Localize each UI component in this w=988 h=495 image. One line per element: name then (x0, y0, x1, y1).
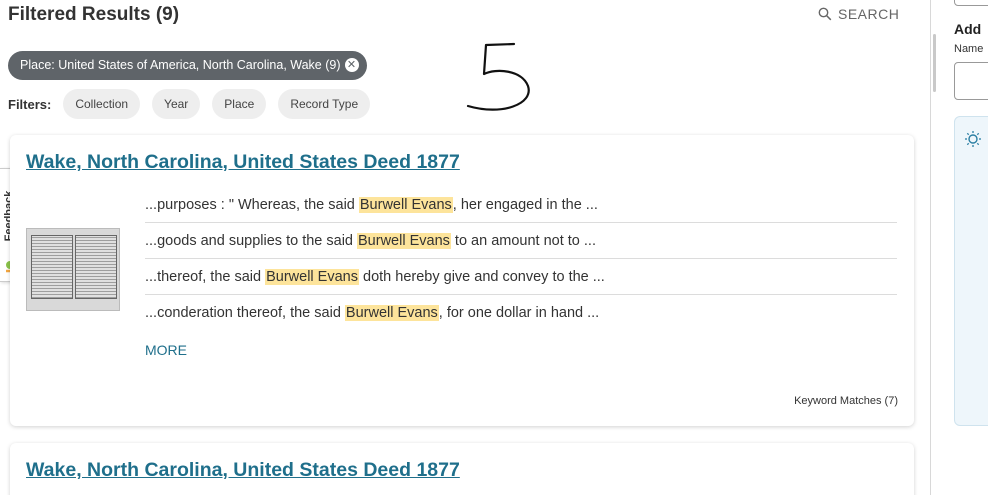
filter-chip-record-type[interactable]: Record Type (278, 89, 371, 119)
remove-filter-icon[interactable]: ✕ (344, 58, 359, 72)
tip-card (954, 116, 988, 426)
keyword-matches-count[interactable]: Keyword Matches (7) (794, 395, 898, 407)
page-title: Filtered Results (9) (8, 4, 180, 25)
right-panel: Add Name (938, 0, 988, 495)
filter-chip-collection[interactable]: Collection (63, 89, 141, 119)
name-label: Name (954, 43, 984, 55)
snippet-row: ...thereof, the said Burwell Evans doth … (145, 259, 897, 295)
result-title-link[interactable]: Wake, North Carolina, United States Deed… (26, 151, 460, 174)
keyword-highlight: Burwell Evans (357, 233, 451, 249)
search-label: SEARCH (838, 6, 900, 22)
result-title-link[interactable]: Wake, North Carolina, United States Deed… (26, 459, 460, 482)
snippet-row: ...goods and supplies to the said Burwel… (145, 223, 897, 259)
result-card: Wake, North Carolina, United States Deed… (10, 443, 914, 495)
lightbulb-icon (965, 131, 981, 147)
filters-bar: Filters: Collection Year Place Record Ty… (8, 89, 382, 119)
scrollbar-thumb[interactable] (933, 34, 936, 92)
handwritten-annotation (466, 42, 530, 111)
keyword-highlight: Burwell Evans (344, 305, 439, 321)
keyword-highlight: Burwell Evans (358, 197, 453, 213)
applied-filter-label: Place: United States of America, North C… (20, 58, 341, 72)
applied-filter-chip[interactable]: Place: United States of America, North C… (8, 51, 367, 80)
filters-label: Filters: (8, 96, 52, 112)
top-input-fragment[interactable] (954, 0, 988, 6)
name-input[interactable] (954, 62, 988, 100)
result-card: Wake, North Carolina, United States Deed… (10, 135, 914, 426)
more-link[interactable]: MORE (145, 342, 187, 358)
panel-divider (930, 0, 931, 495)
snippet-list: ...purposes : " Whereas, the said Burwel… (145, 187, 897, 331)
search-button[interactable]: SEARCH (818, 6, 899, 22)
keyword-highlight: Burwell Evans (265, 269, 359, 285)
search-icon (818, 7, 832, 21)
record-thumbnail[interactable] (26, 228, 120, 311)
snippet-row: ...conderation thereof, the said Burwell… (145, 305, 600, 321)
filter-chip-place[interactable]: Place (212, 89, 267, 119)
filter-chip-year[interactable]: Year (152, 89, 201, 119)
add-heading: Add (954, 21, 982, 37)
snippet-row: ...purposes : " Whereas, the said Burwel… (145, 187, 897, 223)
